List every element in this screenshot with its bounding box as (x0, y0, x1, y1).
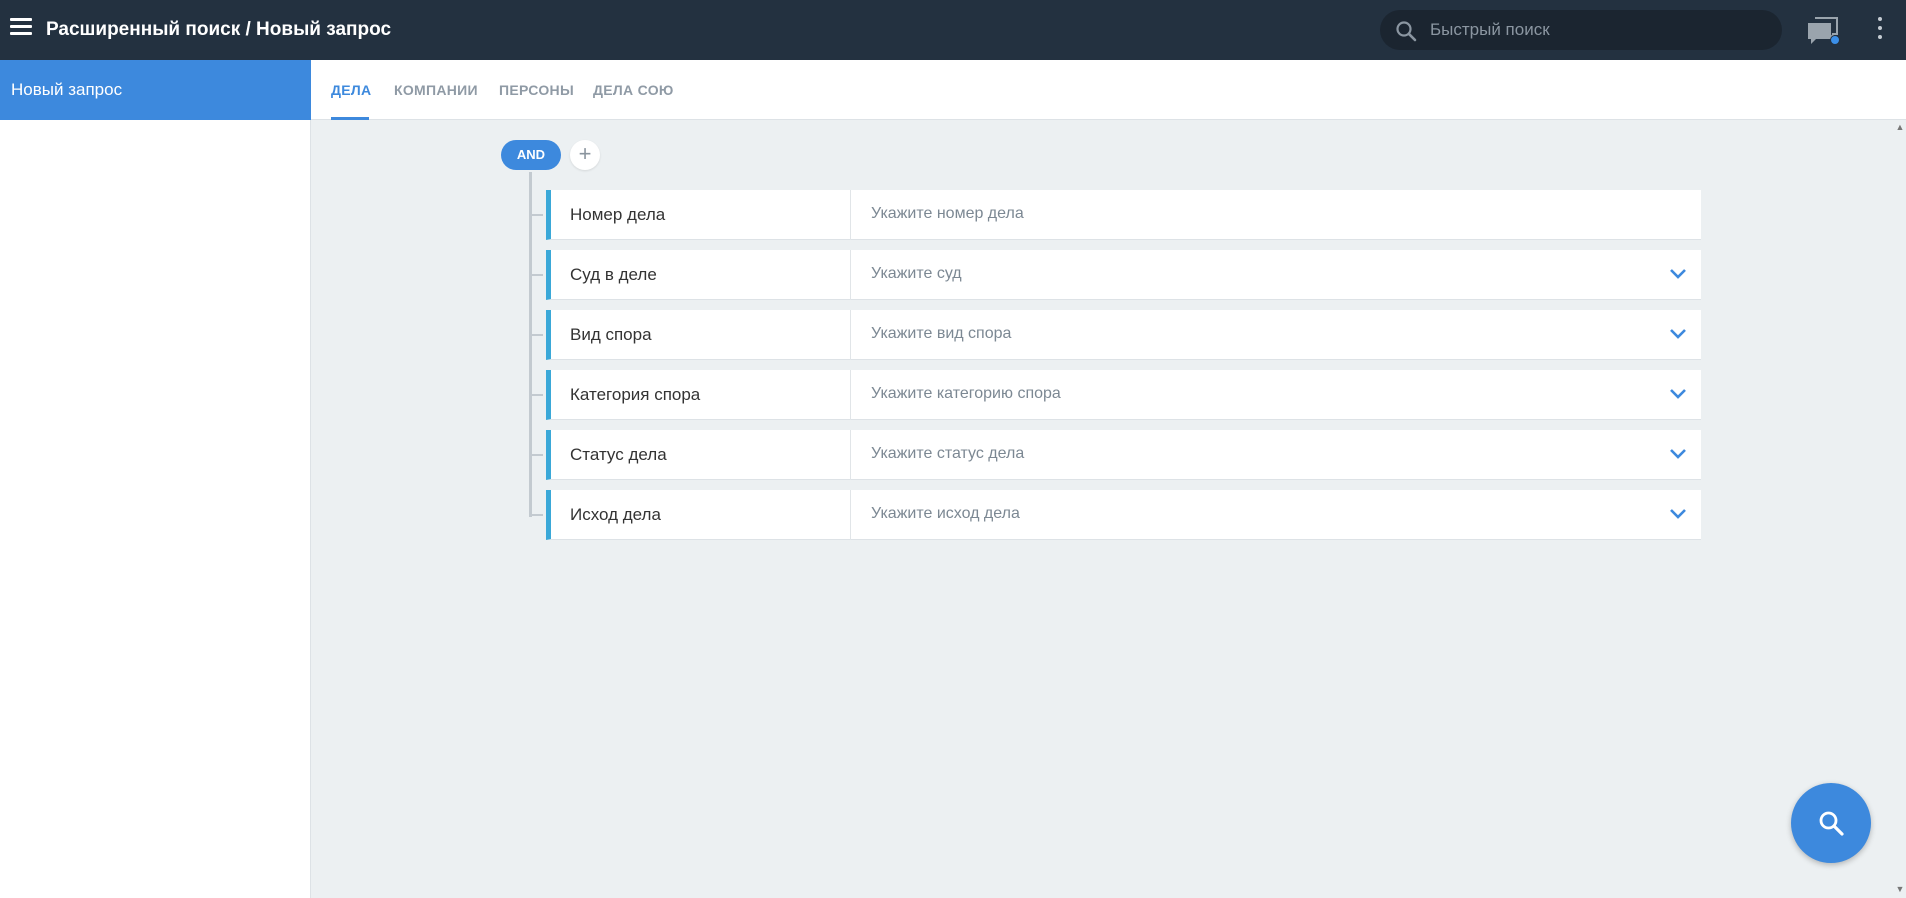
and-operator-button[interactable]: AND (501, 140, 561, 170)
tree-connector (529, 172, 532, 517)
scroll-up-arrow[interactable]: ▲ (1894, 122, 1906, 134)
case-number-field[interactable]: Укажите номер дела (851, 190, 1701, 239)
filter-row-dispute-type: Вид спора Укажите вид спора (546, 310, 1701, 360)
filter-label: Статус дела (570, 445, 667, 464)
filter-placeholder: Укажите суд (871, 265, 962, 282)
dispute-type-select[interactable]: Укажите вид спора (851, 310, 1701, 359)
tab-soyu-cases[interactable]: ДЕЛА СОЮ (593, 82, 674, 98)
tree-branch (529, 214, 543, 216)
filter-placeholder: Укажите исход дела (871, 505, 1020, 522)
chevron-down-icon[interactable] (1669, 507, 1687, 521)
chevron-down-icon[interactable] (1669, 447, 1687, 461)
chat-icon[interactable] (1806, 15, 1840, 47)
filter-label: Исход дела (570, 505, 661, 524)
tree-branch (529, 394, 543, 396)
sidebar-item-new-query[interactable]: Новый запрос (0, 60, 311, 120)
case-outcome-select[interactable]: Укажите исход дела (851, 490, 1701, 539)
filter-label: Суд в деле (570, 265, 657, 284)
dispute-category-select[interactable]: Укажите категорию спора (851, 370, 1701, 419)
kebab-menu-icon[interactable] (1872, 17, 1888, 43)
tab-persons[interactable]: ПЕРСОНЫ (499, 82, 574, 98)
search-icon (1396, 21, 1417, 42)
hamburger-menu-icon[interactable] (10, 18, 32, 42)
filter-placeholder: Укажите номер дела (871, 205, 1024, 222)
top-bar: Расширенный поиск / Новый запрос (0, 0, 1906, 60)
case-status-select[interactable]: Укажите статус дела (851, 430, 1701, 479)
filter-row-case-number: Номер дела Укажите номер дела (546, 190, 1701, 240)
tabs-bar: ДЕЛА КОМПАНИИ ПЕРСОНЫ ДЕЛА СОЮ (311, 60, 1906, 120)
tree-branch (529, 514, 543, 516)
filter-row-case-status: Статус дела Укажите статус дела (546, 430, 1701, 480)
tree-branch (529, 334, 543, 336)
filter-label: Категория спора (570, 385, 701, 404)
tab-cases[interactable]: ДЕЛА (331, 82, 371, 98)
tab-companies[interactable]: КОМПАНИИ (394, 82, 478, 98)
tree-branch (529, 274, 543, 276)
chevron-down-icon[interactable] (1669, 387, 1687, 401)
filter-row-case-outcome: Исход дела Укажите исход дела (546, 490, 1701, 540)
chevron-down-icon[interactable] (1669, 327, 1687, 341)
filter-label: Вид спора (570, 325, 652, 344)
sidebar: Новый запрос (0, 60, 311, 898)
filter-label: Номер дела (570, 205, 666, 224)
chevron-down-icon[interactable] (1669, 267, 1687, 281)
filter-placeholder: Укажите вид спора (871, 325, 1012, 342)
add-condition-button[interactable]: + (570, 140, 600, 170)
quick-search-box (1380, 10, 1782, 50)
filter-placeholder: Укажите категорию спора (871, 385, 1061, 402)
search-submit-button[interactable] (1791, 783, 1871, 863)
page-title: Расширенный поиск / Новый запрос (46, 19, 392, 40)
notification-dot (1830, 35, 1840, 45)
scroll-down-arrow[interactable]: ▼ (1894, 884, 1906, 896)
filter-placeholder: Укажите статус дела (871, 445, 1025, 462)
filter-row-court: Суд в деле Укажите суд (546, 250, 1701, 300)
court-select[interactable]: Укажите суд (851, 250, 1701, 299)
tree-branch (529, 454, 543, 456)
query-builder: ▲ ▼ AND + Номер дела Укажите номер дела … (311, 120, 1906, 898)
quick-search-input[interactable] (1430, 16, 1760, 44)
filter-row-dispute-category: Категория спора Укажите категорию спора (546, 370, 1701, 420)
search-icon (1819, 811, 1844, 836)
